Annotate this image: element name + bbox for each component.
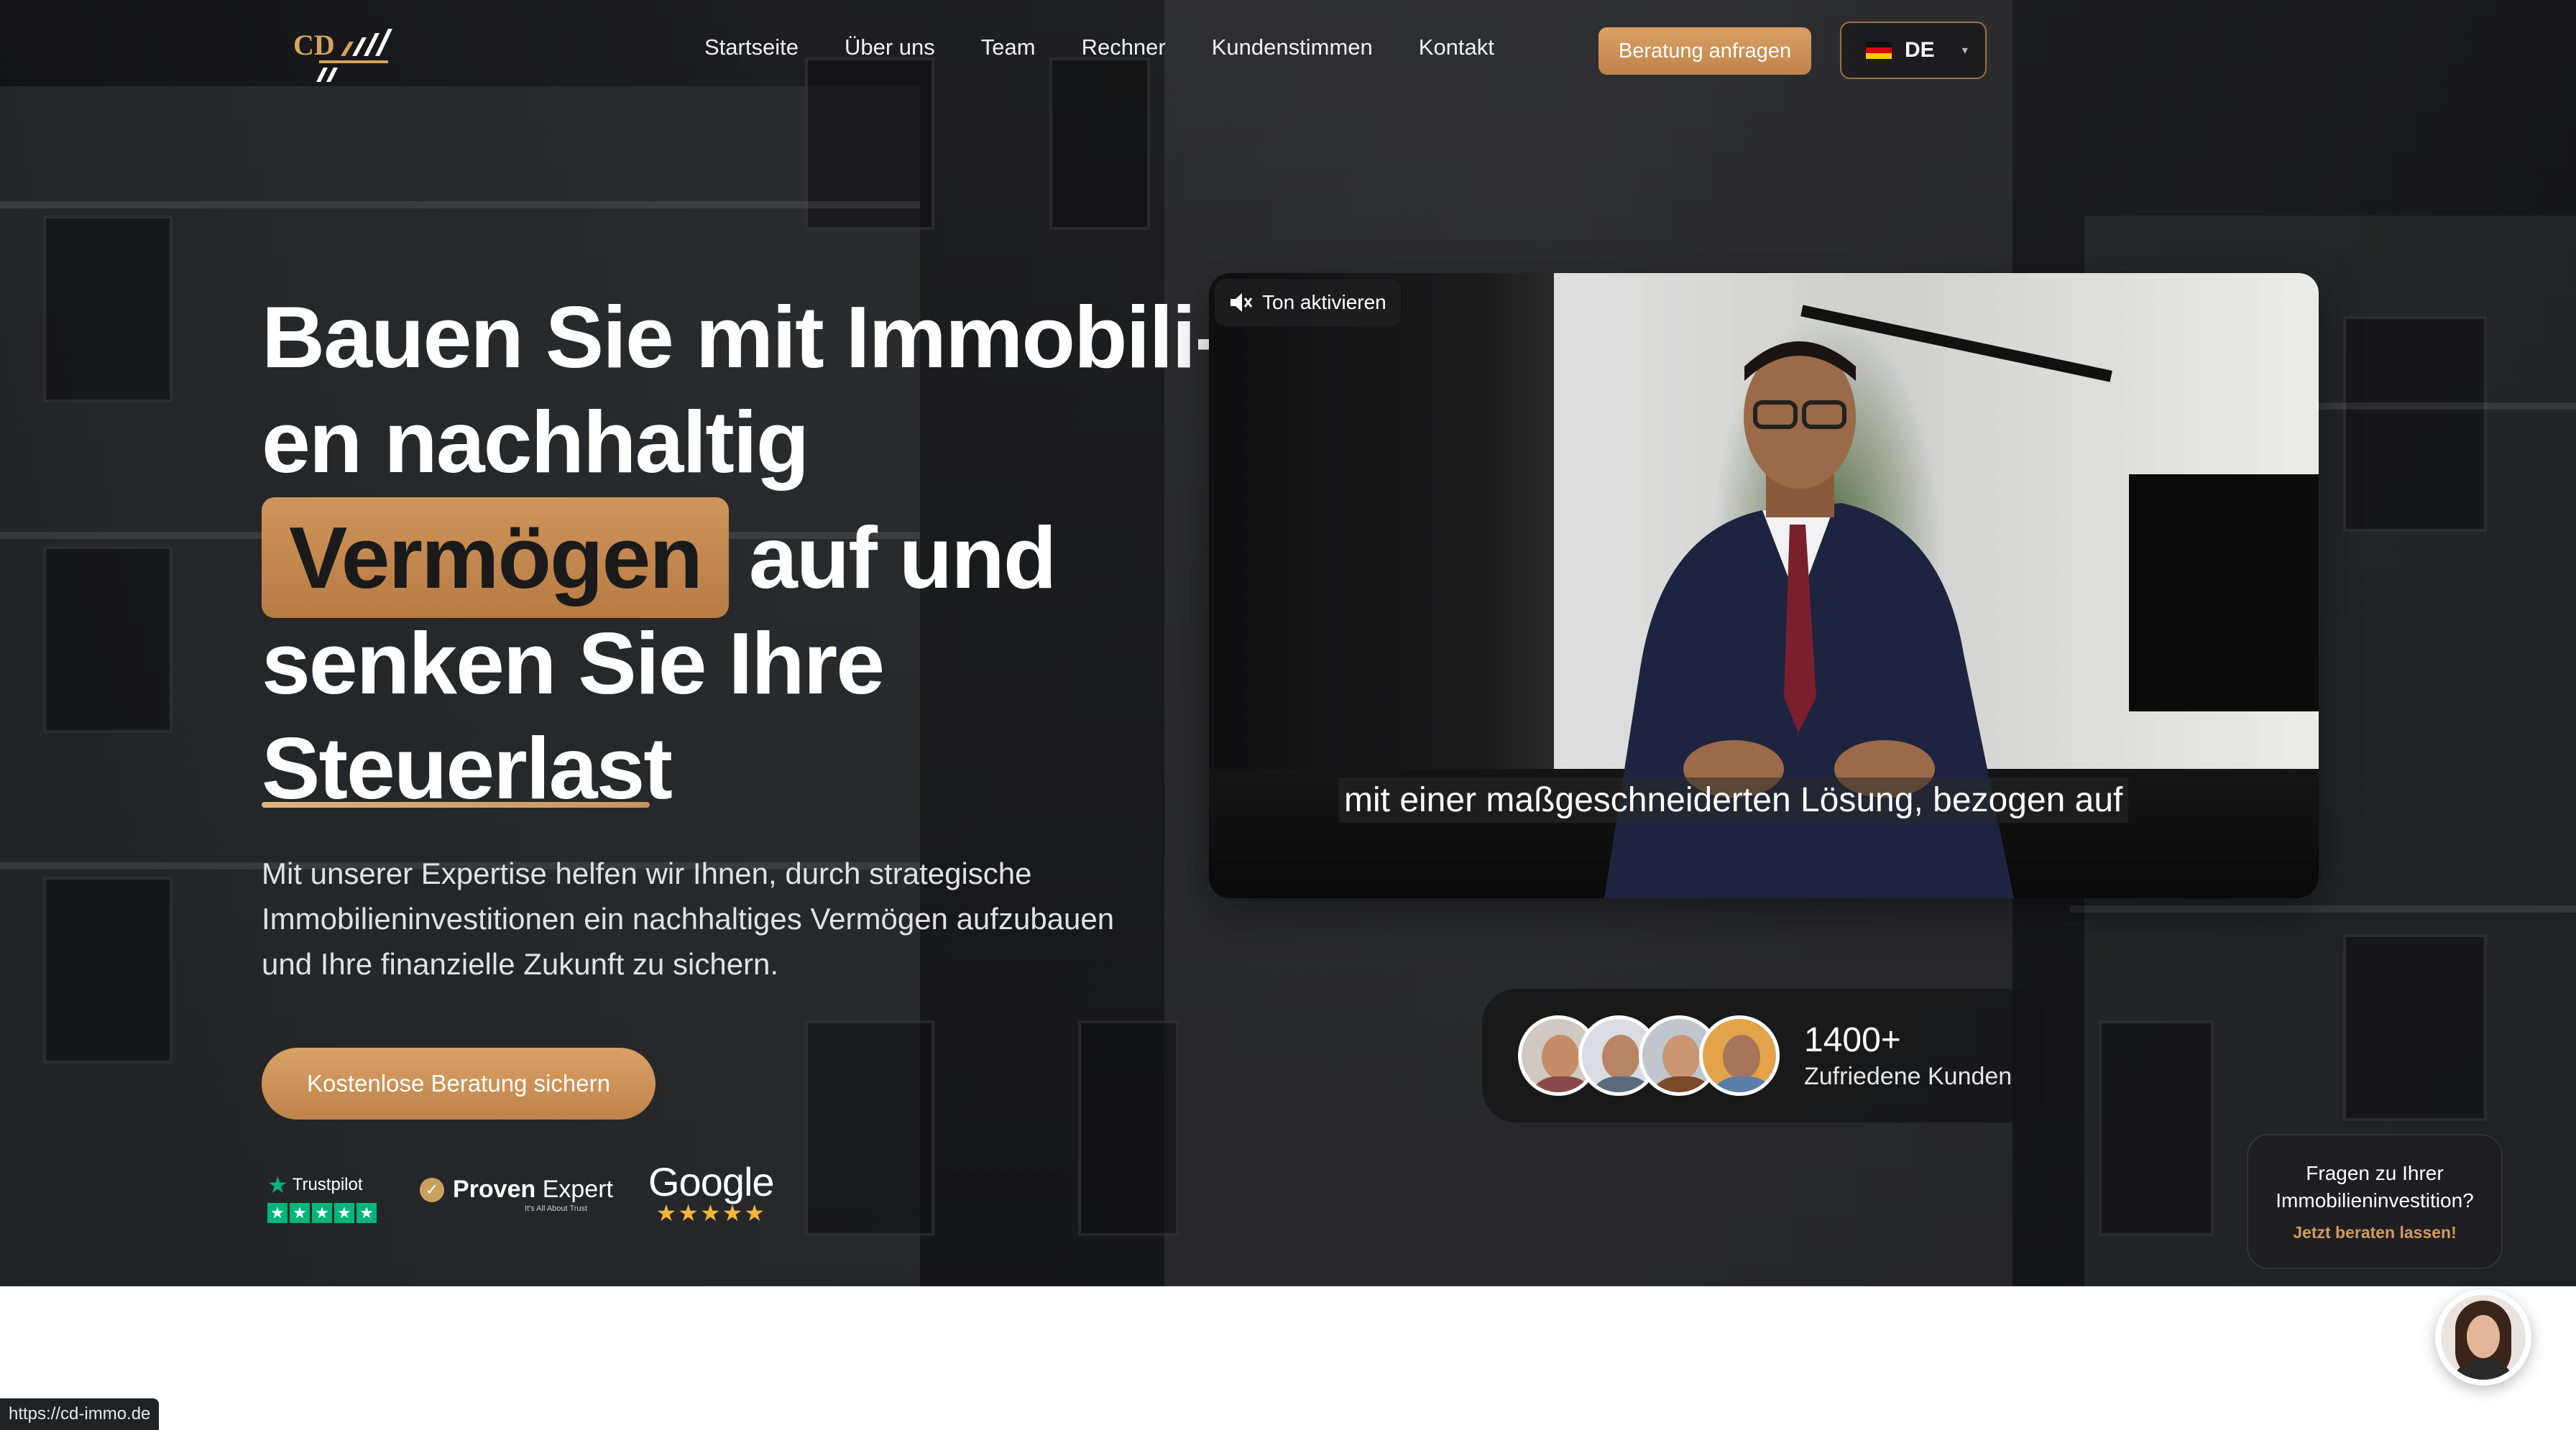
provenexpert-badge[interactable]: ✓ Proven Expert It's All About Trust: [420, 1176, 613, 1213]
headline-line-2: en nachhaltig: [262, 393, 809, 491]
chat-question: Fragen zu Ihrer Immobilieninvestition?: [2276, 1162, 2474, 1212]
language-selector[interactable]: DE ▾: [1840, 22, 1987, 79]
trustpilot-badge[interactable]: ★ Trustpilot ★ ★ ★ ★ ★: [267, 1171, 377, 1223]
kostenlose-beratung-button[interactable]: Kostenlose Beratung sichern: [262, 1048, 656, 1120]
unmute-button[interactable]: Ton aktivieren: [1215, 279, 1401, 326]
headline-underline: [262, 802, 650, 808]
nav-kontakt[interactable]: Kontakt: [1419, 34, 1494, 60]
chat-agent-avatar[interactable]: [2435, 1289, 2531, 1385]
nav-kundenstimmen[interactable]: Kundenstimmen: [1212, 34, 1373, 60]
provenexpert-tagline: It's All About Trust: [525, 1204, 588, 1213]
customer-label: Zufriedene Kunden: [1804, 1063, 2012, 1090]
headline-highlight: Vermögen: [262, 497, 729, 618]
background-floor-line: [0, 201, 920, 208]
background-window: [1078, 1020, 1179, 1236]
customer-count: 1400+: [1804, 1021, 1901, 1059]
main-nav: Startseite Über uns Team Rechner Kundens…: [704, 34, 1494, 60]
background-window: [43, 877, 172, 1064]
speaker-muted-icon: [1230, 293, 1253, 312]
headline-line-3: Vermögen auf und: [262, 497, 1223, 618]
headline-line-3-rest: auf und: [748, 509, 1057, 606]
trustpilot-star-icon: ★: [267, 1172, 288, 1198]
hero-lead-text: Mit unserer Expertise helfen wir Ihnen, …: [262, 857, 1115, 981]
trustpilot-rating: ★ ★ ★ ★ ★: [267, 1203, 377, 1223]
background-window: [805, 1020, 934, 1236]
google-rating: ★★★★★: [656, 1200, 766, 1226]
chat-prompt[interactable]: Fragen zu Ihrer Immobilieninvestition? J…: [2247, 1134, 2503, 1269]
customer-avatars: [1518, 1015, 1780, 1096]
provenexpert-label: Expert: [542, 1176, 613, 1203]
trustpilot-label: Trustpilot: [292, 1175, 363, 1194]
german-flag-icon: [1866, 42, 1892, 59]
customer-stats: 1400+ Zufriedene Kunden: [1482, 989, 2047, 1122]
hero-headline: Bauen Sie mit Immobili- en nachhaltig Ve…: [262, 285, 1224, 821]
google-badge[interactable]: Google ★★★★★: [648, 1158, 775, 1227]
hero-section: CD Startseite Über uns Team Rechner Kund…: [0, 0, 2576, 1286]
background-window: [2343, 316, 2487, 532]
background-window: [43, 546, 172, 733]
chevron-down-icon: ▾: [1961, 45, 1968, 57]
headline-line-4: senken Sie Ihre: [262, 614, 885, 712]
beratung-anfragen-button[interactable]: Beratung anfragen: [1598, 27, 1811, 75]
background-window: [2343, 934, 2487, 1121]
status-bar-url: https://cd-immo.de: [0, 1398, 160, 1430]
svg-text:CD: CD: [293, 29, 335, 61]
provenexpert-check-icon: ✓: [420, 1177, 444, 1202]
nav-startseite[interactable]: Startseite: [704, 34, 799, 60]
background-window: [2099, 1020, 2214, 1236]
nav-team[interactable]: Team: [981, 34, 1036, 60]
unmute-label: Ton aktivieren: [1262, 291, 1386, 313]
background-window: [43, 216, 172, 402]
chat-link[interactable]: Jetzt beraten lassen!: [2248, 1223, 2501, 1242]
headline-line-1: Bauen Sie mit Immobili-: [262, 288, 1224, 386]
video-subtitle: mit einer maßgeschneiderten Lösung, bezo…: [1338, 778, 2129, 823]
language-code: DE: [1905, 38, 1935, 62]
background-window: [1049, 57, 1150, 230]
provenexpert-label-bold: Proven: [453, 1176, 536, 1203]
avatar: [1699, 1015, 1780, 1096]
background-floor-line: [2070, 905, 2576, 913]
nav-rechner[interactable]: Rechner: [1082, 34, 1166, 60]
google-label: Google: [648, 1159, 775, 1204]
hero-video[interactable]: Ton aktivieren mit einer maßgeschneidert…: [1209, 273, 2319, 898]
cd-immo-logo[interactable]: CD: [290, 24, 398, 85]
nav-ueber-uns[interactable]: Über uns: [845, 34, 935, 60]
